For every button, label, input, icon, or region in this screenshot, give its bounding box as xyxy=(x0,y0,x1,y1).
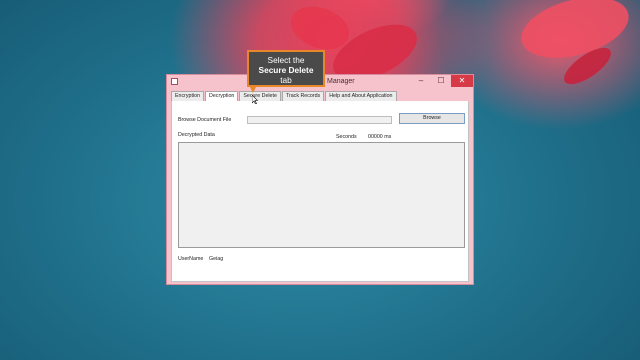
decryption-panel: Browse Document File Browse Decrypted Da… xyxy=(171,101,469,282)
tooltip-line-1: Select the xyxy=(267,55,305,65)
browse-button[interactable]: Browse xyxy=(399,113,465,124)
tab-track-records[interactable]: Track Records xyxy=(281,91,325,101)
decrypted-data-label: Decrypted Data xyxy=(178,132,215,138)
tooltip-emphasis: Secure Delete xyxy=(258,65,314,75)
username-label: UserName xyxy=(178,256,204,262)
seconds-label: Seconds xyxy=(336,134,357,140)
tab-encryption[interactable]: Encryption xyxy=(171,91,205,101)
tooltip-line-2: Secure Delete xyxy=(249,65,323,75)
tab-help-about[interactable]: Help and About Application xyxy=(325,91,397,101)
tooltip-pointer xyxy=(249,85,257,93)
browse-document-label: Browse Document File xyxy=(178,117,232,123)
decrypted-data-box[interactable] xyxy=(178,142,465,248)
close-button[interactable]: ✕ xyxy=(451,75,473,87)
background-flower-petal xyxy=(514,0,636,69)
username-value: Geiag xyxy=(209,256,224,262)
minimize-button[interactable]: – xyxy=(413,75,429,87)
maximize-button[interactable]: ☐ xyxy=(433,75,449,87)
mouse-cursor-icon xyxy=(252,95,258,104)
seconds-value: 00000 ms xyxy=(368,134,392,140)
app-icon xyxy=(171,78,178,85)
app-window: Manager – ☐ ✕ Encryption Decryption Secu… xyxy=(166,74,474,285)
tab-secure-delete[interactable]: Secure Delete xyxy=(239,91,281,101)
tooltip-line-3: tab xyxy=(280,75,292,85)
file-path-field[interactable] xyxy=(247,116,392,124)
tutorial-tooltip: Select the Secure Delete tab xyxy=(247,50,325,87)
window-title: Manager xyxy=(327,78,355,85)
